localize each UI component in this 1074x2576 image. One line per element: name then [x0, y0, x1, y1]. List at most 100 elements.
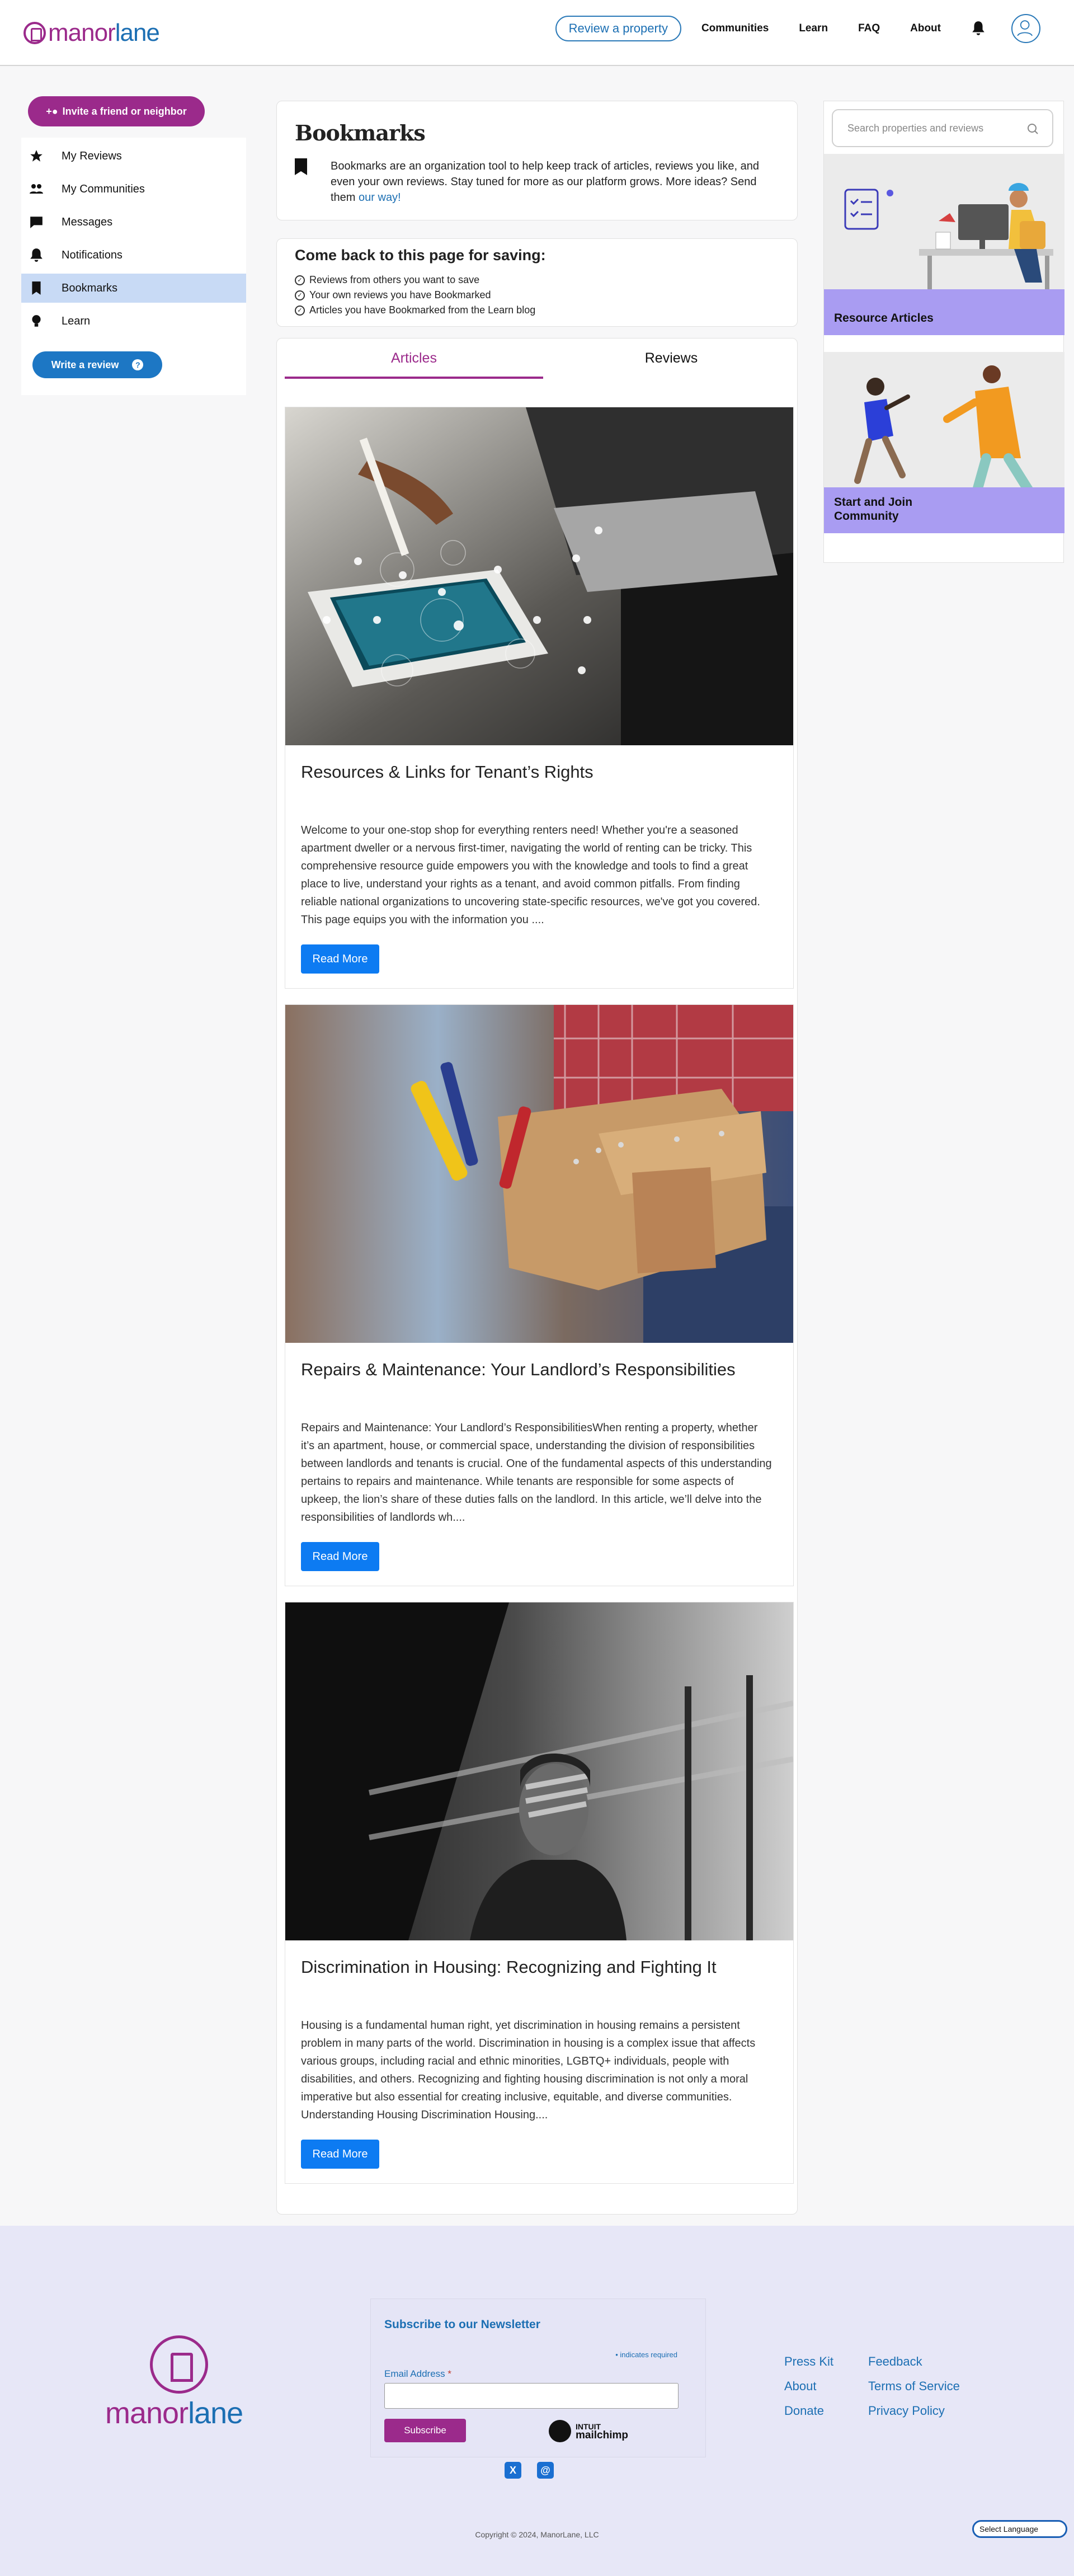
promo-caption-line: Community: [834, 510, 899, 523]
sidebar-item-my-reviews[interactable]: My Reviews: [21, 142, 246, 171]
article-excerpt: Repairs and Maintenance: Your Landlord’s…: [301, 1422, 772, 1524]
bell-icon: [30, 248, 43, 262]
sidebar-item-label: Learn: [62, 314, 91, 327]
article-card: Resources & Links for Tenant’s Rights We…: [285, 407, 794, 989]
article-image-tablet-network[interactable]: [285, 407, 793, 745]
list-item-text: Reviews from others you want to save: [309, 274, 480, 285]
article-title[interactable]: Repairs & Maintenance: Your Landlord’s R…: [301, 1360, 736, 1380]
site-header: manorlane Review a property Communities …: [0, 0, 1074, 66]
x-social-icon[interactable]: X: [505, 2462, 521, 2479]
footer-logo-text: manorlane: [105, 2396, 243, 2431]
footer-link-feedback[interactable]: Feedback: [868, 2354, 922, 2369]
logo-word-manor: manor: [48, 19, 116, 46]
sidebar-item-my-communities[interactable]: My Communities: [21, 175, 246, 204]
mailchimp-icon: [549, 2420, 571, 2442]
list-item-text: Articles you have Bookmarked from the Le…: [309, 304, 536, 316]
sidebar-item-label: Messages: [62, 215, 113, 228]
nav-faq[interactable]: FAQ: [858, 22, 880, 35]
list-item: ✓ Reviews from others you want to save: [295, 272, 535, 288]
page-title: Bookmarks: [295, 120, 426, 145]
copyright-text: Copyright © 2024, ManorLane, LLC: [475, 2530, 599, 2539]
footer-link-privacy[interactable]: Privacy Policy: [868, 2404, 945, 2418]
add-user-icon: +●: [46, 105, 58, 117]
castle-logo-icon: [23, 22, 46, 44]
read-more-button[interactable]: Read More: [301, 944, 379, 974]
invite-label: Invite a friend or neighbor: [62, 105, 187, 117]
footer-logo[interactable]: manorlane: [105, 2335, 256, 2431]
bookmarks-description: Bookmarks are an organization tool to he…: [331, 158, 778, 205]
sidebar-item-bookmarks[interactable]: Bookmarks: [21, 274, 246, 303]
promo-resource-articles[interactable]: Resource Articles: [824, 154, 1064, 335]
read-more-button[interactable]: Read More: [301, 1542, 379, 1571]
footer-link-donate[interactable]: Donate: [784, 2404, 824, 2418]
user-avatar-icon[interactable]: [1011, 14, 1040, 43]
logo-word-manor: manor: [105, 2396, 189, 2430]
promo-caption-line: Start and Join: [834, 496, 913, 509]
tab-reviews[interactable]: Reviews: [543, 339, 799, 379]
tab-articles[interactable]: Articles: [285, 339, 543, 379]
sidebar-item-notifications[interactable]: Notifications: [21, 241, 246, 270]
list-item-text: Your own reviews you have Bookmarked: [309, 289, 491, 300]
check-circle-icon: ✓: [295, 290, 305, 300]
sidebar-item-label: Bookmarks: [62, 281, 118, 294]
sidebar-item-messages[interactable]: Messages: [21, 208, 246, 237]
mailchimp-badge[interactable]: INTUIT mailchimp: [549, 2420, 628, 2442]
write-review-label: Write a review: [51, 359, 119, 370]
sidebar-item-label: My Communities: [62, 182, 145, 195]
check-circle-icon: ✓: [295, 305, 305, 316]
read-more-button[interactable]: Read More: [301, 2140, 379, 2169]
saving-title: Come back to this page for saving:: [295, 247, 546, 264]
right-sidebar: Search properties and reviews Resource A…: [823, 101, 1064, 563]
threads-social-icon[interactable]: @: [537, 2462, 554, 2479]
search-placeholder: Search properties and reviews: [847, 122, 984, 134]
saving-list: ✓ Reviews from others you want to save ✓ Y…: [295, 272, 535, 318]
mailchimp-bottom: mailchimp: [576, 2429, 628, 2441]
castle-logo-icon: [150, 2335, 208, 2394]
logo-word-lane: lane: [188, 2396, 243, 2430]
article-excerpt: Housing is a fundamental human right, ye…: [301, 2019, 756, 2121]
invite-friend-button[interactable]: +● Invite a friend or neighbor: [28, 96, 205, 126]
email-field[interactable]: [384, 2383, 679, 2409]
nav-communities[interactable]: Communities: [701, 22, 769, 35]
logo-text: manorlane: [48, 19, 160, 47]
lightbulb-icon: [32, 315, 41, 327]
star-icon: [30, 150, 43, 162]
article-title[interactable]: Resources & Links for Tenant’s Rights: [301, 762, 593, 782]
bookmark-icon: [295, 158, 307, 175]
top-nav: Review a property Communities Learn FAQ …: [555, 14, 1040, 43]
article-title[interactable]: Discrimination in Housing: Recognizing a…: [301, 1957, 717, 1977]
required-note: • indicates required: [615, 2351, 677, 2359]
promo-start-join-community[interactable]: Start and Join Community: [824, 352, 1064, 533]
list-item: ✓ Your own reviews you have Bookmarked: [295, 288, 535, 303]
check-circle-icon: ✓: [295, 275, 305, 285]
nav-about[interactable]: About: [910, 22, 941, 35]
sidebar-menu: My Reviews My Communities Messages Notif…: [21, 138, 246, 395]
language-select[interactable]: Select Language: [972, 2520, 1067, 2538]
logo-word-lane: lane: [115, 19, 160, 46]
footer-link-press-kit[interactable]: Press Kit: [784, 2354, 833, 2369]
logo[interactable]: manorlane: [23, 19, 160, 47]
newsletter-form: Subscribe to our Newsletter • indicates …: [370, 2298, 706, 2457]
sidebar-item-label: My Reviews: [62, 149, 122, 162]
required-star: *: [447, 2368, 452, 2379]
help-icon[interactable]: ?: [132, 359, 144, 370]
search-input[interactable]: Search properties and reviews: [832, 109, 1053, 147]
search-icon[interactable]: [1026, 123, 1039, 135]
notifications-bell-icon[interactable]: [971, 21, 986, 36]
email-label: Email Address *: [384, 2368, 451, 2380]
sidebar-item-learn[interactable]: Learn: [21, 307, 246, 336]
footer-link-about[interactable]: About: [784, 2379, 817, 2394]
article-image-tool-belt[interactable]: [285, 1005, 793, 1343]
feedback-link[interactable]: our way!: [359, 191, 401, 204]
nav-learn[interactable]: Learn: [799, 22, 828, 35]
bookmarked-content-card: Articles Reviews Resources & Links for T…: [276, 338, 798, 2215]
chat-icon: [30, 217, 43, 228]
write-review-button[interactable]: Write a review ?: [32, 351, 162, 378]
bookmark-icon: [32, 281, 41, 295]
review-property-button[interactable]: Review a property: [555, 16, 681, 41]
subscribe-button[interactable]: Subscribe: [384, 2419, 466, 2442]
article-image-man-in-shadow[interactable]: [285, 1602, 793, 1940]
article-card: Repairs & Maintenance: Your Landlord’s R…: [285, 1004, 794, 1586]
users-icon: [30, 184, 43, 194]
footer-link-terms[interactable]: Terms of Service: [868, 2379, 960, 2394]
